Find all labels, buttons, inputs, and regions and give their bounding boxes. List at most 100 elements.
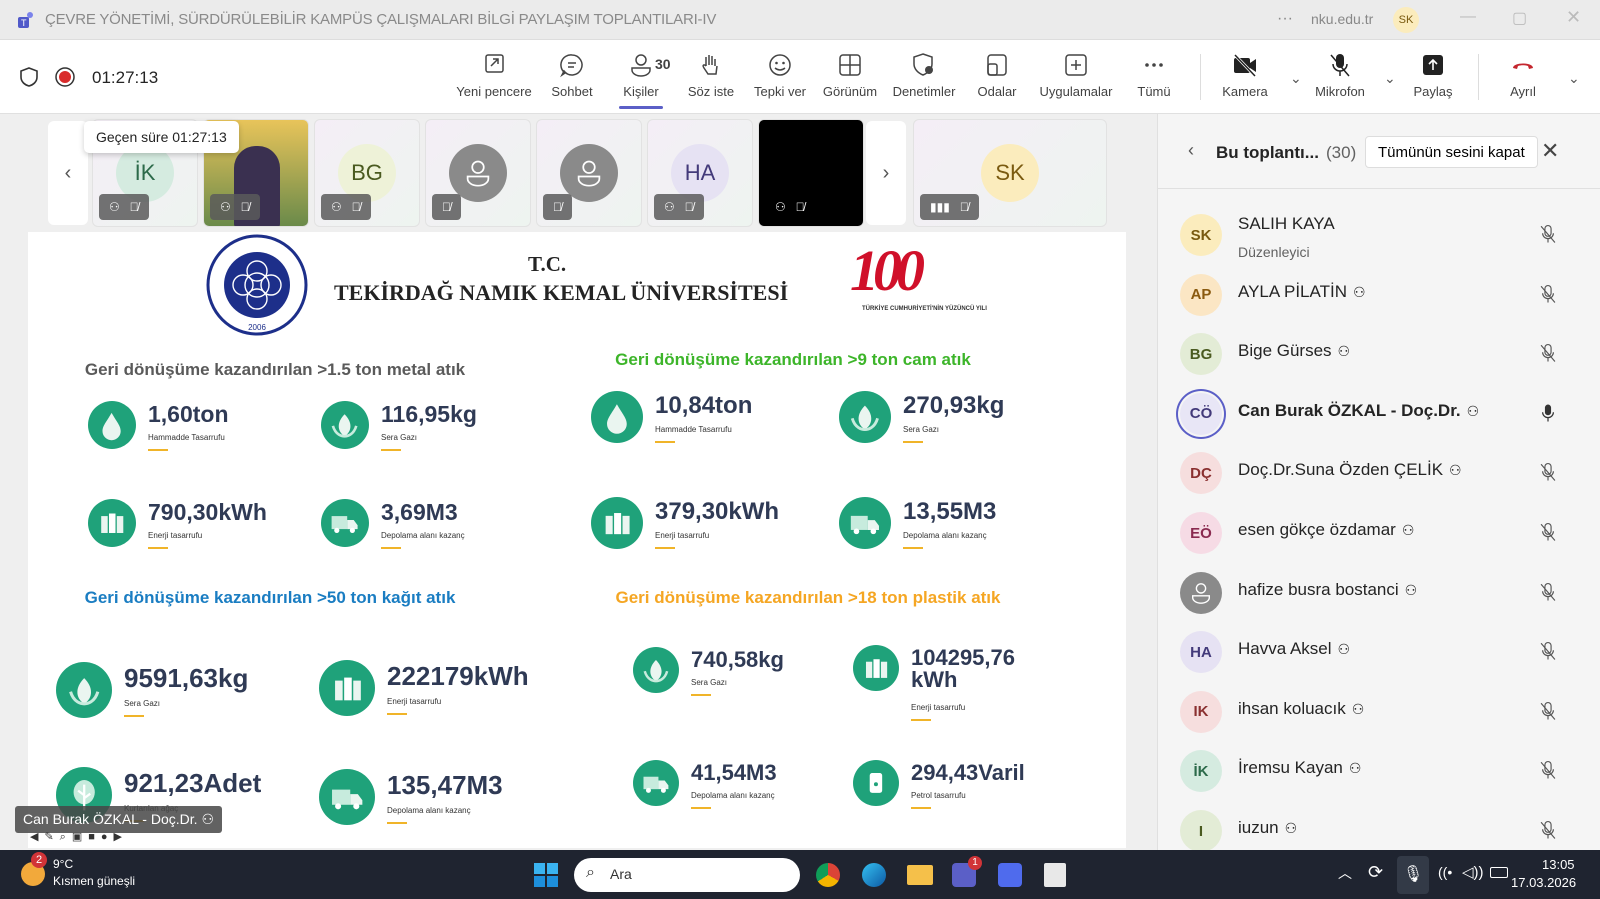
- unverified-icon: ⚇: [1284, 820, 1298, 836]
- participant-row[interactable]: IK ihsan koluacık ⚇: [1158, 685, 1600, 743]
- tray-expand-icon[interactable]: ︿: [1338, 863, 1352, 883]
- windows-start-icon[interactable]: [534, 863, 558, 887]
- participant-row[interactable]: BG Bige Gürses ⚇: [1158, 327, 1600, 385]
- mic-muted-icon[interactable]: [1538, 639, 1558, 663]
- mic-muted-icon[interactable]: [1538, 222, 1558, 246]
- toolbar-label: Paylaş: [1413, 84, 1453, 99]
- stat-label: Enerji tasarrufu: [655, 531, 710, 541]
- clock-time[interactable]: 13:05: [1542, 857, 1575, 872]
- stat-value: 740,58kg: [691, 647, 784, 673]
- stat-value: 3,69M3: [381, 499, 458, 526]
- toolbar-button-chat[interactable]: Sohbet: [532, 52, 612, 99]
- toolbar-button-grid[interactable]: Görünüm: [810, 52, 890, 99]
- participant-tile[interactable]: 🎙̸: [536, 119, 642, 227]
- participant-tile[interactable]: BG ⚇ 🎙̸: [314, 119, 420, 227]
- temperature: 9°C: [53, 857, 74, 871]
- toolbar-button-rooms[interactable]: Odalar: [957, 52, 1037, 99]
- participant-tile[interactable]: 🎙̸: [425, 119, 531, 227]
- mic-on-icon[interactable]: [1538, 401, 1558, 425]
- app-icon[interactable]: [998, 863, 1022, 887]
- mic-muted-icon[interactable]: [1538, 699, 1558, 723]
- participant-tile[interactable]: SK ▮▮▮ 🎙̸: [913, 119, 1107, 227]
- person-icon: [466, 160, 490, 187]
- gallery-prev-button[interactable]: ‹: [48, 121, 88, 225]
- participant-row[interactable]: CÖ Can Burak ÖZKAL - Doç.Dr. ⚇: [1158, 387, 1600, 445]
- tile-status: ▮▮▮ 🎙̸: [920, 194, 979, 220]
- windows-taskbar: 2 9°C Kısmen güneşli ⌕ Ara 1 ︿ ⟳ 🎙 ((• ◁)…: [0, 850, 1600, 899]
- toolbar-button-mic-off[interactable]: Mikrofon: [1300, 52, 1380, 99]
- share-icon: [1423, 55, 1443, 75]
- toolbar-button-share[interactable]: Paylaş: [1393, 52, 1473, 99]
- stat-value: 9591,63kg: [124, 663, 249, 694]
- mic-muted-icon[interactable]: [1538, 758, 1558, 782]
- wifi-icon[interactable]: ((•: [1438, 864, 1452, 880]
- snipping-tool-icon[interactable]: [1044, 863, 1066, 887]
- battery-icon: [591, 497, 643, 549]
- participant-row[interactable]: DÇ Doç.Dr.Suna Özden ÇELİK ⚇: [1158, 446, 1600, 504]
- participant-row[interactable]: EÖ esen gökçe özdamar ⚇: [1158, 506, 1600, 564]
- toolbar-button-people[interactable]: Kişiler 30: [601, 52, 681, 109]
- panel-title: Bu toplantı...: [1216, 143, 1319, 162]
- toolbar-button-plus-box[interactable]: Uygulamalar: [1036, 52, 1116, 99]
- camera-options-chevron[interactable]: ⌄: [1290, 70, 1302, 87]
- battery-icon[interactable]: [1490, 867, 1508, 878]
- participant-tile[interactable]: ⚇ 🎙̸: [758, 119, 864, 227]
- leaf-icon: [839, 391, 891, 443]
- participant-row[interactable]: hafize busra bostanci ⚇: [1158, 566, 1600, 624]
- stat-underline: [911, 806, 931, 809]
- toolbar-label: Sohbet: [551, 84, 593, 99]
- truck-icon: [839, 497, 891, 549]
- participant-name-text: İremsu Kayan: [1238, 758, 1343, 778]
- section-heading: Geri dönüşüme kazandırılan >1.5 ton meta…: [84, 360, 466, 379]
- mic-muted-icon[interactable]: [1538, 520, 1558, 544]
- mic-muted-icon[interactable]: [1538, 818, 1558, 842]
- stat-underline: [655, 441, 675, 444]
- mic-muted-icon[interactable]: [1538, 341, 1558, 365]
- panel-back-button[interactable]: ‹: [1188, 140, 1194, 161]
- drop-icon: [591, 391, 643, 443]
- volume-icon[interactable]: ◁)): [1462, 863, 1484, 881]
- close-panel-button[interactable]: ✕: [1541, 138, 1559, 164]
- maximize-button[interactable]: ▢: [1512, 8, 1527, 28]
- toolbar-divider: [1478, 54, 1479, 100]
- mic-options-chevron[interactable]: ⌄: [1384, 70, 1396, 87]
- participant-row[interactable]: SK SALIH KAYA Düzenleyici: [1158, 208, 1600, 266]
- toolbar-button-hangup[interactable]: Ayrıl: [1483, 52, 1563, 99]
- participant-row[interactable]: AP AYLA PİLATİN ⚇: [1158, 268, 1600, 326]
- mic-muted-icon[interactable]: [1538, 580, 1558, 604]
- slide-controls[interactable]: ◀✎⌕▣■●▶: [30, 830, 128, 844]
- mic-muted-icon[interactable]: [1538, 460, 1558, 484]
- clock-date[interactable]: 17.03.2026: [1511, 875, 1576, 890]
- toolbar-button-shield-gear[interactable]: Denetimler: [884, 52, 964, 99]
- sync-icon[interactable]: ⟳: [1368, 862, 1383, 883]
- file-explorer-icon[interactable]: [907, 865, 933, 885]
- stat-underline: [911, 719, 931, 722]
- taskbar-search[interactable]: ⌕ Ara: [574, 858, 800, 892]
- user-avatar[interactable]: SK: [1393, 7, 1419, 33]
- gallery-next-button[interactable]: ›: [866, 121, 906, 225]
- stat-underline: [387, 822, 407, 825]
- stat-label: Enerji tasarrufu: [148, 531, 203, 541]
- mute-all-button[interactable]: Tümünün sesini kapat: [1365, 136, 1538, 168]
- mic-muted-icon[interactable]: [1538, 282, 1558, 306]
- edge-icon[interactable]: [862, 863, 886, 887]
- participant-avatar: I: [1180, 810, 1222, 852]
- chrome-icon[interactable]: [816, 863, 840, 887]
- leaf-icon: [633, 647, 679, 693]
- toolbar-button-smile[interactable]: Tepki ver: [740, 52, 820, 99]
- toolbar-button-more[interactable]: Tümü: [1114, 52, 1194, 99]
- leave-options-chevron[interactable]: ⌄: [1568, 70, 1580, 87]
- more-icon[interactable]: ···: [1277, 10, 1293, 28]
- tray-mic-muted-icon[interactable]: 🎙: [1397, 856, 1429, 894]
- minimize-button[interactable]: —: [1460, 8, 1476, 26]
- stat-value: 13,55M3: [903, 498, 997, 526]
- participant-row[interactable]: İK İremsu Kayan ⚇: [1158, 744, 1600, 802]
- toolbar-button-popout[interactable]: Yeni pencere: [454, 52, 534, 99]
- mic-muted-icon: 🎙̸: [553, 200, 562, 214]
- toolbar-button-camera-off[interactable]: Kamera: [1205, 52, 1285, 99]
- close-window-button[interactable]: ✕: [1566, 7, 1581, 28]
- participant-tile[interactable]: HA ⚇ 🎙̸: [647, 119, 753, 227]
- shield-gear-icon: [913, 53, 933, 76]
- participant-row[interactable]: HA Havva Aksel ⚇: [1158, 625, 1600, 683]
- toolbar-button-raise-hand[interactable]: Söz iste: [671, 52, 751, 99]
